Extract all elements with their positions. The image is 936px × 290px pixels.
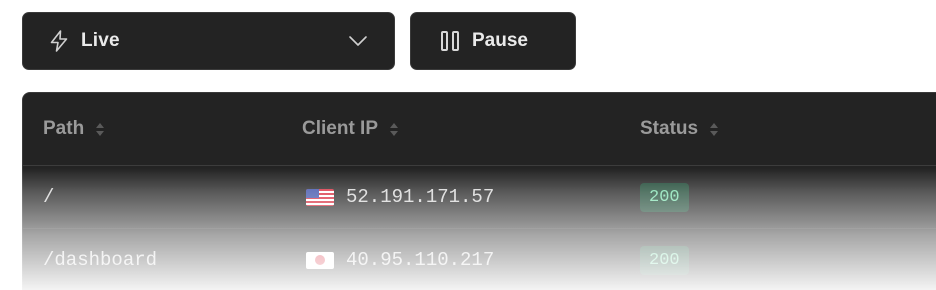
mode-label: Live: [81, 30, 120, 51]
path-cell: /dashboard: [43, 249, 158, 271]
us-flag-icon: [306, 188, 334, 206]
sort-icon: [710, 122, 719, 136]
sort-icon: [96, 122, 105, 136]
requests-table: Path Client IP Status / 52.191.171.57 20…: [22, 92, 936, 290]
column-header-status[interactable]: Status: [640, 93, 719, 165]
client-ip-cell: 40.95.110.217: [306, 229, 494, 290]
client-ip-value: 40.95.110.217: [346, 249, 495, 271]
chevron-down-icon: [346, 29, 370, 53]
status-cell: 200: [640, 229, 689, 290]
column-header-label: Path: [43, 118, 85, 139]
status-cell: 200: [640, 166, 689, 228]
status-badge: 200: [640, 182, 689, 212]
table-row[interactable]: / 52.191.171.57 200: [23, 166, 936, 229]
bolt-icon: [47, 29, 71, 53]
client-ip-cell: 52.191.171.57: [306, 166, 494, 228]
toolbar: Live Pause: [22, 12, 576, 70]
column-header-path[interactable]: Path: [43, 93, 105, 165]
jp-flag-icon: [306, 251, 334, 269]
column-header-label: Client IP: [302, 118, 379, 139]
client-ip-value: 52.191.171.57: [346, 186, 495, 208]
status-badge: 200: [640, 245, 689, 275]
table-header: Path Client IP Status: [23, 93, 936, 166]
column-header-client-ip[interactable]: Client IP: [302, 93, 399, 165]
pause-button[interactable]: Pause: [410, 12, 576, 70]
pause-icon: [441, 31, 459, 51]
table-row[interactable]: /dashboard 40.95.110.217 200: [23, 229, 936, 290]
logs-panel: Live Pause Path Client IP Status / 52.19…: [0, 0, 936, 290]
pause-label: Pause: [472, 30, 528, 51]
path-cell: /: [43, 186, 55, 208]
sort-icon: [390, 122, 399, 136]
mode-dropdown[interactable]: Live: [22, 12, 395, 70]
column-header-label: Status: [640, 118, 699, 139]
